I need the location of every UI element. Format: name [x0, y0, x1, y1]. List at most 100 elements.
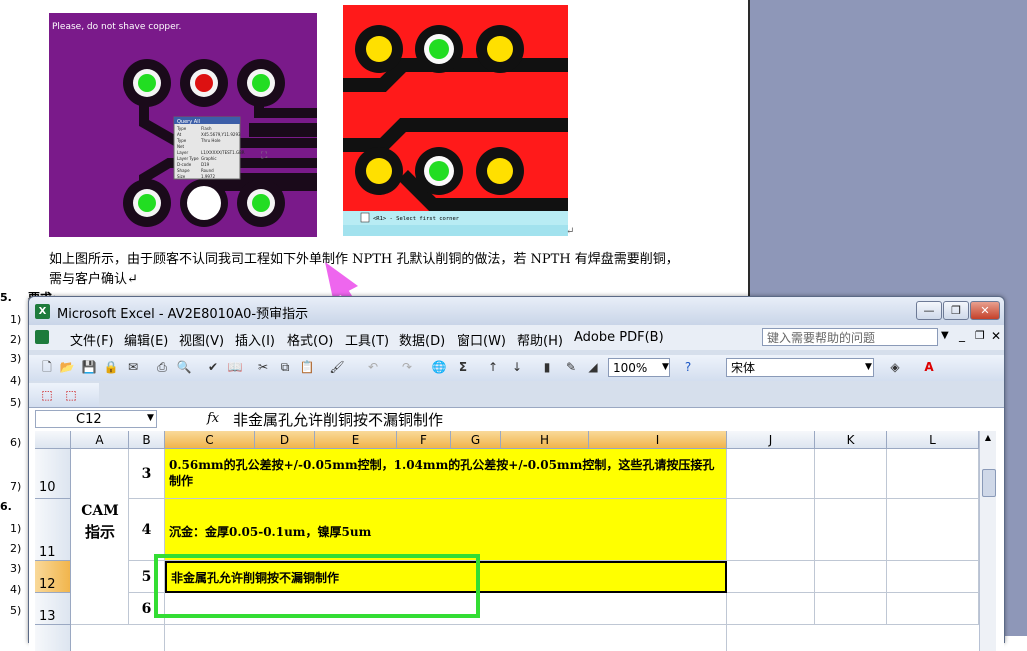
col-header-a[interactable]: A: [71, 431, 129, 449]
col-header-f[interactable]: F: [397, 431, 451, 449]
format-painter-icon[interactable]: 🖌: [329, 359, 345, 375]
menu-bar: 文件(F) 编辑(E) 视图(V) 插入(I) 格式(O) 工具(T) 数据(D…: [29, 325, 1004, 350]
menu-file[interactable]: 文件(F): [70, 330, 114, 349]
new-icon[interactable]: 🗋: [39, 359, 55, 375]
doc-minimize-icon[interactable]: _: [959, 328, 965, 342]
cut-icon[interactable]: ✂: [255, 359, 271, 375]
name-box-dropdown-icon[interactable]: ▼: [147, 413, 154, 423]
vertical-scrollbar[interactable]: ▲: [979, 431, 996, 651]
zoom-dropdown-icon[interactable]: ▼: [662, 362, 669, 372]
spelling-icon[interactable]: ✔: [205, 359, 221, 375]
col-header-b[interactable]: B: [129, 431, 165, 449]
col-header-k[interactable]: K: [815, 431, 887, 449]
cell-k11[interactable]: [815, 499, 887, 561]
copy-icon[interactable]: ⧉: [277, 359, 293, 375]
menu-adobe-pdf[interactable]: Adobe PDF(B): [574, 330, 664, 345]
hyperlink-icon[interactable]: 🌐: [431, 359, 447, 375]
cell-j13[interactable]: [727, 593, 815, 625]
doc-restore-icon[interactable]: ❐: [975, 329, 985, 342]
doc-close-icon[interactable]: ✕: [991, 329, 1001, 343]
col-header-c[interactable]: C: [165, 431, 255, 449]
cell-j10[interactable]: [727, 449, 815, 499]
open-icon[interactable]: 📂: [59, 359, 75, 375]
sort-descending-icon[interactable]: ↓: [509, 359, 525, 375]
cell-b10[interactable]: 3: [129, 449, 165, 499]
cell-l13[interactable]: [887, 593, 979, 625]
cell-l12[interactable]: [887, 561, 979, 593]
chevron-down-icon[interactable]: ▼: [941, 330, 949, 341]
menu-window[interactable]: 窗口(W): [457, 330, 506, 349]
col-header-i[interactable]: I: [589, 431, 727, 449]
cell-j11[interactable]: [727, 499, 815, 561]
cell-j12[interactable]: [727, 561, 815, 593]
cell-l10[interactable]: [887, 449, 979, 499]
row-header-10[interactable]: 10: [35, 449, 71, 499]
restore-button[interactable]: ❐: [943, 301, 969, 320]
scrollbar-thumb[interactable]: [982, 469, 996, 497]
cell-b14[interactable]: [129, 625, 165, 651]
print-preview-icon[interactable]: 🔍: [176, 359, 192, 375]
worksheet-grid[interactable]: A B C D E F G H I J K L 10 11 12 13 CAM …: [29, 431, 1004, 651]
name-box[interactable]: C12: [35, 410, 157, 428]
help-icon[interactable]: ?: [680, 359, 696, 375]
help-search-input[interactable]: 键入需要帮助的问题: [762, 328, 938, 346]
cell-c14[interactable]: [165, 625, 727, 651]
row-header-13[interactable]: 13: [35, 593, 71, 625]
select-all-corner[interactable]: [35, 431, 71, 449]
cell-k10[interactable]: [815, 449, 887, 499]
redo-icon[interactable]: ↷: [399, 359, 415, 375]
print-icon[interactable]: ⎙: [154, 359, 170, 375]
excel-app-icon[interactable]: X: [35, 304, 50, 319]
col-header-j[interactable]: J: [727, 431, 815, 449]
col-header-e[interactable]: E: [315, 431, 397, 449]
cell-k13[interactable]: [815, 593, 887, 625]
paste-icon[interactable]: 📋: [299, 359, 315, 375]
row-header-14[interactable]: [35, 625, 71, 651]
undo-icon[interactable]: ↶: [365, 359, 381, 375]
font-dropdown-icon[interactable]: ▼: [865, 362, 872, 372]
font-color-icon[interactable]: A: [921, 359, 937, 375]
close-button[interactable]: ✕: [970, 301, 1000, 320]
menu-view[interactable]: 视图(V): [179, 330, 224, 349]
font-name-select[interactable]: 宋体: [726, 358, 874, 377]
menu-format[interactable]: 格式(O): [287, 330, 333, 349]
row-header-12[interactable]: 12: [35, 561, 71, 593]
menu-insert[interactable]: 插入(I): [235, 330, 275, 349]
save-icon[interactable]: 💾: [81, 359, 97, 375]
col-header-h[interactable]: H: [501, 431, 589, 449]
workbook-icon[interactable]: [35, 330, 49, 344]
cell-l11[interactable]: [887, 499, 979, 561]
pdf-convert-icon[interactable]: ⬚: [39, 387, 55, 403]
drawing-toolbar-icon[interactable]: ◢: [585, 359, 601, 375]
permission-icon[interactable]: 🔒: [103, 359, 119, 375]
col-header-d[interactable]: D: [255, 431, 315, 449]
pdf-mail-icon[interactable]: ⬚: [63, 387, 79, 403]
menu-edit[interactable]: 编辑(E): [124, 330, 168, 349]
cam-label-line2: 指示: [84, 523, 115, 541]
cell-c10-text: 0.56mm的孔公差按+/-0.05mm控制，1.04mm的孔公差按+/-0.0…: [169, 458, 715, 488]
menu-help[interactable]: 帮助(H): [517, 330, 563, 349]
row-header-11[interactable]: 11: [35, 499, 71, 561]
title-bar[interactable]: X Microsoft Excel - AV2E8010A0-预审指示 — ❐ …: [29, 297, 1004, 325]
cell-b11[interactable]: 4: [129, 499, 165, 561]
formula-input[interactable]: 非金属孔允许削铜按不漏铜制作: [233, 409, 443, 430]
cell-a-merged[interactable]: CAM 指示: [71, 449, 129, 625]
research-icon[interactable]: 📖: [227, 359, 243, 375]
autosum-icon[interactable]: Σ: [455, 359, 471, 375]
col-header-l[interactable]: L: [887, 431, 979, 449]
mail-icon[interactable]: ✉: [125, 359, 141, 375]
col-header-g[interactable]: G: [451, 431, 501, 449]
zoom-select[interactable]: 100%: [608, 358, 670, 377]
cell-c10[interactable]: 0.56mm的孔公差按+/-0.05mm控制，1.04mm的孔公差按+/-0.0…: [165, 449, 727, 499]
cell-c11[interactable]: 沉金：金厚0.05-0.1um，镍厚5um: [165, 499, 727, 561]
minimize-button[interactable]: —: [916, 301, 942, 320]
cell-k12[interactable]: [815, 561, 887, 593]
chart-wizard-icon[interactable]: ▮: [539, 359, 555, 375]
fx-icon[interactable]: fx: [207, 411, 219, 426]
sort-ascending-icon[interactable]: ↑: [485, 359, 501, 375]
menu-tools[interactable]: 工具(T): [345, 330, 389, 349]
scroll-up-icon[interactable]: ▲: [982, 433, 994, 445]
menu-data[interactable]: 数据(D): [399, 330, 445, 349]
drawing-icon[interactable]: ✎: [563, 359, 579, 375]
fill-color-icon[interactable]: ◈: [887, 359, 903, 375]
